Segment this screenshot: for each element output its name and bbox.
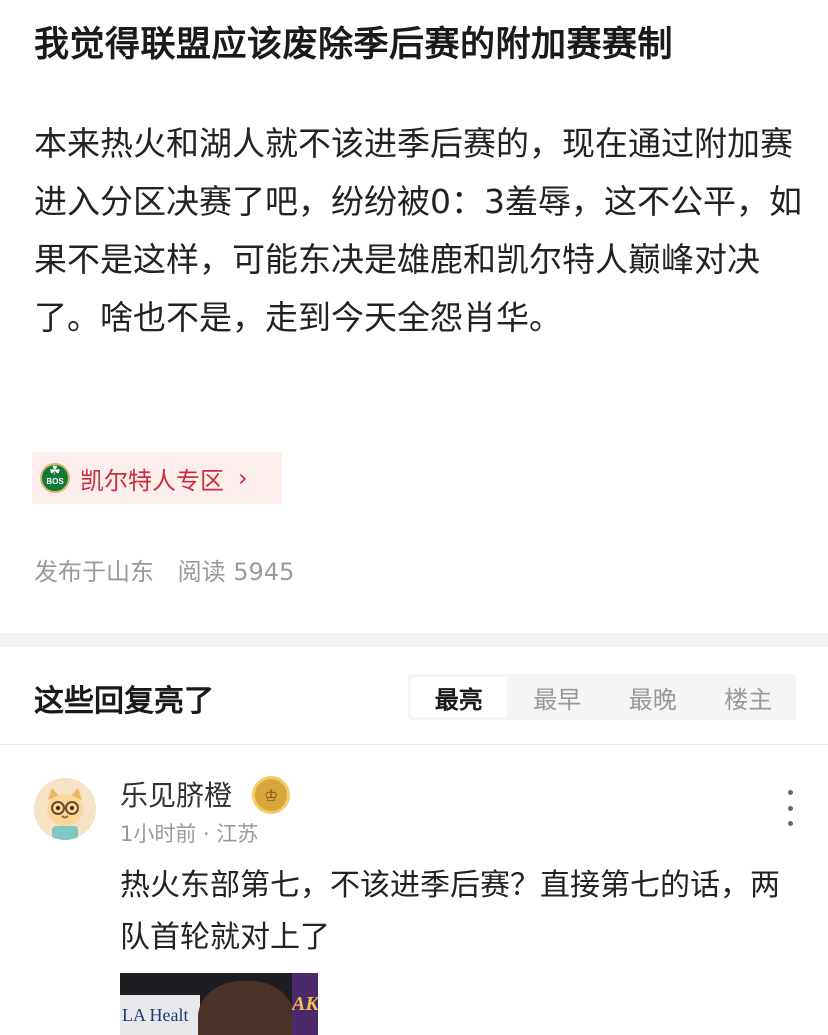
comment-text: 热火东部第七，不该进季后赛？直接第七的话，两队首轮就对上了 [120,868,780,955]
level-badge-icon: ♔ [252,776,290,814]
image-figure [198,981,294,1035]
tab-hottest[interactable]: 最亮 [411,677,507,717]
post-title: 我觉得联盟应该废除季后赛的附加赛赛制 [34,25,674,65]
tab-latest[interactable]: 最晚 [605,674,701,720]
post-body: 本来热火和湖人就不该进季后赛的，现在通过附加赛进入分区决赛了吧，纷纷被0：3羞辱… [34,124,802,337]
avatar[interactable] [34,778,96,840]
comment-meta: 1小时前 · 江苏 [120,822,259,846]
post-location: 发布于山东 [34,558,154,586]
post-read-count: 阅读 5945 [177,558,295,586]
team-zone-link[interactable]: ☘ BOS 凯尔特人专区 › [32,452,282,504]
celtics-logo-icon: ☘ BOS [40,463,70,493]
section-divider [0,633,828,647]
image-caption-right: AKE [292,973,318,1035]
post-meta: 发布于山东 阅读 5945 [34,552,310,587]
chevron-right-icon: › [238,464,248,492]
replies-section-title: 这些回复亮了 [34,684,214,719]
tab-op-only[interactable]: 楼主 [701,674,797,720]
comment-username[interactable]: 乐见脐橙 [120,774,232,814]
divider [0,744,828,745]
comment-image[interactable]: LA Healt AKE [120,973,318,1035]
team-zone-label: 凯尔特人专区 [80,466,224,495]
tab-earliest[interactable]: 最早 [510,674,606,720]
more-options-icon[interactable] [782,790,798,826]
sort-tabs: 最亮 最早 最晚 楼主 [408,674,796,720]
image-caption-left: LA Healt [120,995,200,1035]
